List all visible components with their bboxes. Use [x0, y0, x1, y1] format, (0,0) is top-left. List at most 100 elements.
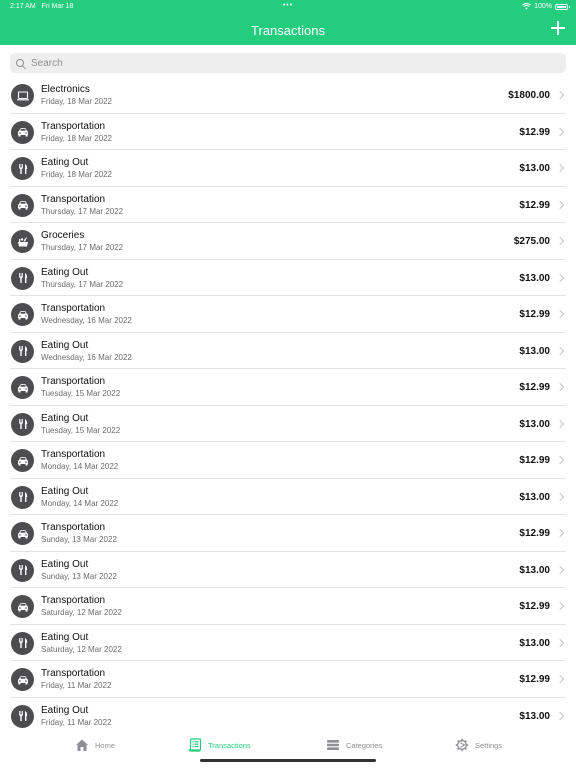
chevron-right-icon — [555, 638, 565, 647]
transaction-row[interactable]: Eating Out Wednesday, 16 Mar 2022 $13.00 — [0, 333, 576, 370]
transaction-date: Sunday, 13 Mar 2022 — [41, 535, 117, 544]
transaction-amount: $12.99 — [519, 528, 550, 539]
transaction-date: Friday, 11 Mar 2022 — [41, 681, 112, 690]
search-icon — [16, 59, 24, 67]
fork-knife-icon — [18, 638, 27, 648]
transaction-row[interactable]: Eating Out Friday, 11 Mar 2022 $13.00 — [0, 698, 576, 735]
tab-label: Transactions — [208, 740, 251, 750]
car-icon — [17, 602, 28, 611]
transaction-category: Eating Out — [41, 266, 89, 278]
car-icon — [11, 303, 34, 326]
tab-label: Home — [95, 740, 116, 750]
transaction-amount: $13.00 — [519, 163, 550, 174]
transaction-date: Wednesday, 16 Mar 2022 — [41, 316, 132, 325]
transaction-amount: $13.00 — [519, 418, 550, 430]
transaction-row[interactable]: Eating Out Thursday, 17 Mar 2022 $13.00 — [0, 260, 576, 297]
car-icon — [11, 120, 34, 144]
transaction-date: Tuesday, 15 Mar 2022 — [41, 389, 121, 398]
car-icon — [11, 522, 34, 545]
transaction-row[interactable]: Eating Out Saturday, 12 Mar 2022 $13.00 — [0, 625, 576, 662]
fork-knife-icon — [11, 704, 34, 728]
grocery-basket-icon — [17, 236, 28, 246]
transaction-row[interactable]: Electronics Friday, 18 Mar 2022 $1800.00 — [0, 77, 576, 114]
transaction-row[interactable]: Transportation Sunday, 13 Mar 2022 $12.9… — [0, 515, 576, 552]
fork-knife-icon — [11, 339, 34, 363]
chevron-right-icon — [555, 309, 565, 319]
car-icon — [11, 376, 34, 399]
status-indicators: 100% — [522, 3, 570, 10]
transaction-row[interactable]: Transportation Monday, 14 Mar 2022 $12.9… — [0, 442, 576, 479]
transaction-amount: $12.99 — [519, 382, 550, 393]
transaction-row[interactable]: Transportation Friday, 11 Mar 2022 $12.9… — [0, 661, 576, 698]
transaction-category: Transportation — [41, 120, 106, 132]
transaction-date: Saturday, 12 Mar 2022 — [41, 644, 122, 654]
chevron-right-icon — [555, 711, 565, 720]
transaction-category: Transportation — [41, 303, 106, 314]
transaction-row[interactable]: Eating Out Tuesday, 15 Mar 2022 $13.00 — [0, 406, 576, 443]
tab-settings[interactable]: Settings — [455, 738, 502, 752]
wifi-icon — [522, 3, 532, 10]
battery-percentage: 100% — [534, 3, 552, 10]
chevron-right-icon — [555, 455, 565, 465]
transaction-row[interactable]: Transportation Tuesday, 15 Mar 2022 $12.… — [0, 369, 576, 406]
laptop-icon — [16, 90, 29, 100]
page-title: Transactions — [251, 23, 325, 38]
search-bar[interactable] — [10, 53, 566, 73]
transaction-row[interactable]: Transportation Saturday, 12 Mar 2022 $12… — [0, 588, 576, 625]
multitasking-dots[interactable]: ••• — [0, 2, 576, 9]
transaction-category: Transportation — [41, 668, 106, 679]
transaction-category: Eating Out — [41, 558, 89, 570]
transaction-row[interactable]: Eating Out Monday, 14 Mar 2022 $13.00 — [0, 479, 576, 516]
transaction-category: Eating Out — [41, 631, 89, 643]
transaction-date: Sunday, 13 Mar 2022 — [41, 571, 117, 581]
car-icon — [11, 193, 34, 217]
transaction-date: Saturday, 12 Mar 2022 — [41, 608, 122, 617]
transaction-category: Eating Out — [41, 339, 89, 351]
transaction-row[interactable]: Transportation Wednesday, 16 Mar 2022 $1… — [0, 296, 576, 333]
gear-icon — [455, 738, 469, 752]
car-icon — [17, 310, 28, 319]
transaction-row[interactable]: Eating Out Friday, 18 Mar 2022 $13.00 — [0, 150, 576, 187]
transaction-amount: $12.99 — [519, 674, 550, 685]
transaction-date: Friday, 18 Mar 2022 — [41, 97, 112, 106]
transaction-date: Monday, 14 Mar 2022 — [41, 462, 119, 471]
transaction-row[interactable]: Transportation Friday, 18 Mar 2022 $12.9… — [0, 114, 576, 151]
chevron-right-icon — [555, 273, 565, 282]
navigation-header: 2:17 AM Fri Mar 18 ••• 100% Transactions — [0, 0, 576, 45]
grocery-basket-icon — [11, 230, 34, 253]
fork-knife-icon — [11, 558, 34, 582]
chevron-right-icon — [555, 382, 565, 392]
fork-knife-icon — [18, 346, 27, 356]
tab-transactions[interactable]: Transactions — [188, 738, 251, 752]
car-icon — [11, 595, 34, 618]
tab-categories[interactable]: Categories — [326, 738, 382, 752]
chevron-right-icon — [555, 163, 565, 173]
add-transaction-button[interactable] — [550, 20, 566, 36]
transaction-date: Friday, 18 Mar 2022 — [41, 170, 112, 179]
transaction-row[interactable]: Groceries Thursday, 17 Mar 2022 $275.00 — [0, 223, 576, 260]
tab-home[interactable]: Home — [75, 738, 115, 752]
transaction-date: Tuesday, 15 Mar 2022 — [41, 425, 121, 435]
transaction-date: Monday, 14 Mar 2022 — [41, 498, 119, 508]
transaction-category: Transportation — [41, 522, 106, 533]
transaction-date: Friday, 11 Mar 2022 — [41, 717, 112, 727]
transaction-category: Eating Out — [41, 157, 89, 168]
chevron-right-icon — [555, 127, 565, 136]
transaction-date: Thursday, 17 Mar 2022 — [41, 206, 124, 216]
stack-icon — [326, 738, 340, 752]
transaction-amount: $12.99 — [519, 309, 550, 320]
transaction-amount: $12.99 — [519, 601, 550, 612]
fork-knife-icon — [18, 273, 27, 283]
home-indicator[interactable] — [200, 759, 376, 762]
transaction-category: Electronics — [41, 84, 90, 95]
tab-label: Categories — [346, 740, 383, 750]
search-input[interactable] — [29, 56, 533, 70]
transaction-date: Thursday, 17 Mar 2022 — [41, 243, 124, 252]
fork-knife-icon — [11, 412, 34, 436]
transaction-amount: $13.00 — [519, 272, 550, 284]
transaction-row[interactable]: Eating Out Sunday, 13 Mar 2022 $13.00 — [0, 552, 576, 589]
fork-knife-icon — [11, 157, 34, 180]
tab-bar: Home Transactions Categories Settings — [0, 733, 576, 768]
car-icon — [17, 529, 28, 538]
transaction-row[interactable]: Transportation Thursday, 17 Mar 2022 $12… — [0, 187, 576, 224]
